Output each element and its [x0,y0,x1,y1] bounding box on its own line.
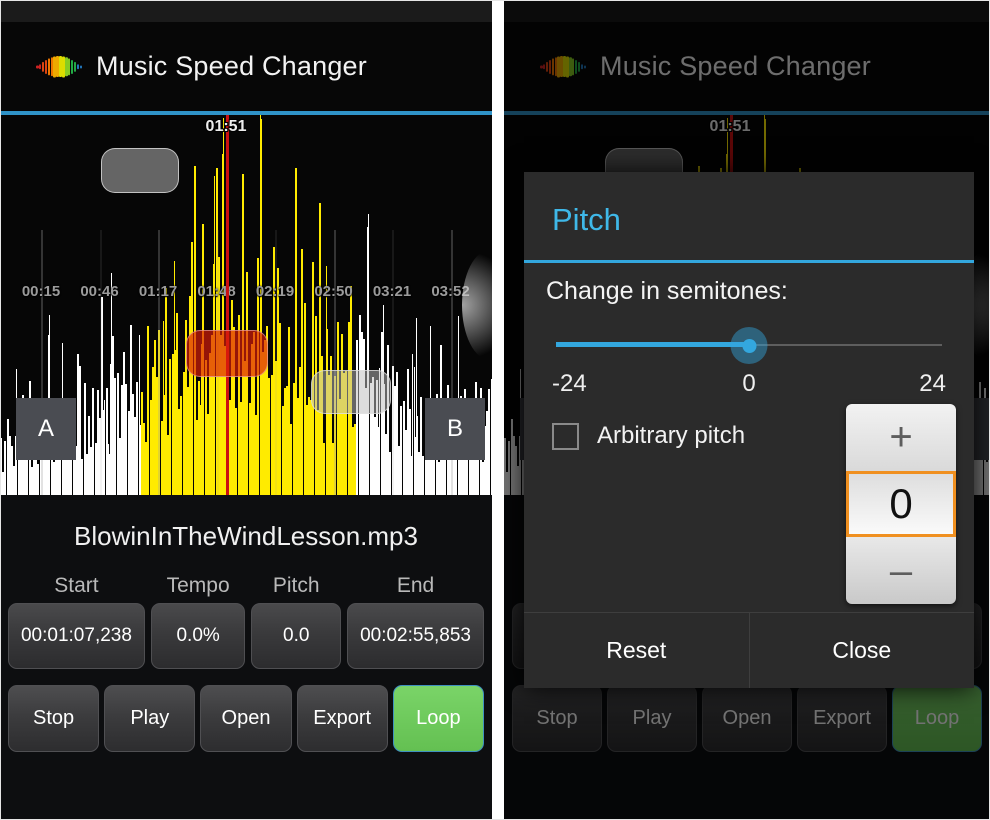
value-field-label: Tempo [166,574,230,597]
value-field-button[interactable]: 00:02:55,853 [347,603,484,669]
time-tick-line [275,230,277,495]
time-tick-line [158,230,160,495]
time-tick-label: 01:17 [138,283,178,300]
loop-button[interactable]: Loop [392,685,485,752]
value-field-button[interactable]: 0.0% [150,603,246,669]
time-tick-label: 00:46 [80,283,119,300]
slider-min-label: -24 [552,370,587,397]
value-field-label: End [396,574,435,597]
slider-max-label: 24 [919,370,946,397]
pitch-dialog: Pitch Change in semitones: -24 0 24 Arbi… [524,172,974,688]
slider-value-label: 0 [742,370,756,397]
playhead-line[interactable] [226,115,229,495]
slider-thumb[interactable] [730,327,768,364]
value-field-tempo: Tempo 0.0% [150,574,246,669]
dialog-title: Pitch [552,202,621,237]
minus-icon: – [889,548,913,593]
panel-gap [492,0,504,820]
arbitrary-pitch-checkbox[interactable] [552,422,579,450]
time-tick-label: 00:15 [21,283,61,300]
value-field-label: Pitch [272,574,320,597]
waveform-view[interactable]: 00:15 00:46 01:17 01:48 02:19 02:50 03:21 03:52… [0,115,492,495]
loop-selection-icon[interactable] [186,330,268,377]
slider-range-labels: -24 0 24 [552,370,946,398]
value-field-start: Start 00:01:07,238 [8,574,145,669]
time-tick-label: 02:19 [255,283,295,300]
semitone-number-picker[interactable]: + 0 – [846,404,956,604]
open-button[interactable]: Open [200,685,292,752]
time-tick-line [392,230,394,495]
time-tick-line [99,230,102,495]
dialog-footer: Reset Close [524,612,974,688]
playhead-time-label: 01:51 [205,118,247,135]
value-field-button[interactable]: 0.0 [251,603,342,669]
drag-handle-icon[interactable] [311,370,391,414]
value-field-end: End 00:02:55,853 [347,574,484,669]
dialog-subtitle: Change in semitones: [546,277,788,305]
time-tick-label: 02:50 [314,283,353,300]
action-button-row: StopPlayOpenExportLoop [0,685,492,752]
arbitrary-pitch-label: Arbitrary pitch [597,422,746,449]
marker-a[interactable]: A [16,398,76,460]
app-title-bar: Music Speed Changer [0,22,492,111]
phone-panel-dialog: Music Speed Changer 00:1500:4601:1701:48… [504,0,990,820]
phone-panel-main: Music Speed Changer 00:15 00:46 01:17 01:48… [0,0,492,820]
controls-area: BlowinInTheWindLesson.mp3 Start 00:01:07,… [0,495,492,820]
track-filename: BlowinInTheWindLesson.mp3 [74,521,418,551]
plus-icon: + [889,415,913,460]
value-field-label: Start [54,574,99,597]
screenshot-stage: Music Speed Changer 00:15 00:46 01:17 01:48… [0,0,990,820]
picker-value[interactable]: 0 [846,470,956,538]
slider-fill [556,342,749,347]
semitone-slider[interactable] [556,327,942,364]
reset-button[interactable]: Reset [524,613,750,688]
close-button[interactable]: Close [750,613,975,688]
time-tick-label: 03:21 [372,283,412,300]
value-field-row: Start 00:01:07,238 Tempo 0.0% Pitch 0.0 End 00:… [0,574,492,669]
value-field-button[interactable]: 00:01:07,238 [8,603,145,669]
rainbow-waveform-icon [36,55,83,78]
drag-handle-icon[interactable] [101,148,179,193]
value-field-pitch: Pitch 0.0 [251,574,342,669]
waveform-time-ruler: 00:1500:4601:1701:4802:1902:5003:2103:52 [0,230,492,495]
export-button[interactable]: Export [296,685,388,752]
play-button[interactable]: Play [104,685,196,752]
time-tick-line [333,230,336,495]
app-title: Music Speed Changer [96,51,367,81]
status-bar [0,0,492,22]
stop-button[interactable]: Stop [8,685,100,752]
picker-increment-button[interactable]: + [846,404,956,471]
marker-b[interactable]: B [425,398,485,460]
time-tick-label: 01:48 [197,283,236,300]
picker-decrement-button[interactable]: – [846,537,956,604]
